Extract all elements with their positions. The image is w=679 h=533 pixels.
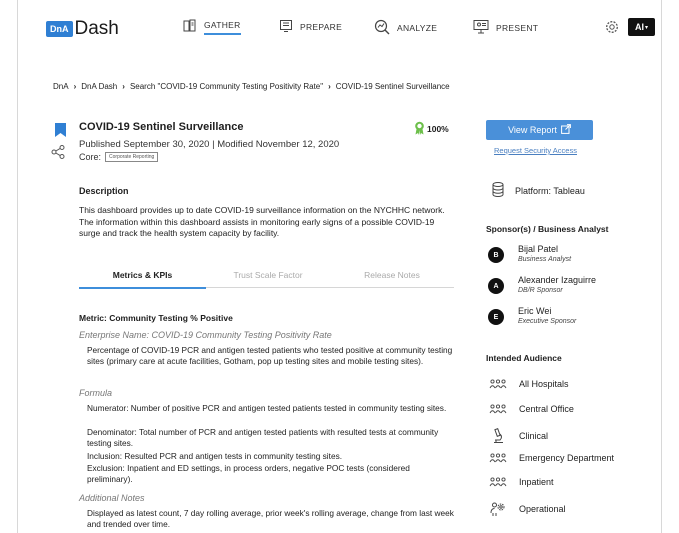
tab-bar: Metrics & KPIs Trust Scale Factor Releas… [79, 268, 454, 289]
nav-gather[interactable]: GATHER [183, 19, 241, 35]
page-title: COVID-19 Sentinel Surveillance [79, 121, 244, 133]
microscope-icon [489, 428, 507, 444]
sponsor-role: Business Analyst [518, 256, 572, 263]
breadcrumb-dna-dash[interactable]: DnA Dash [81, 82, 117, 91]
presentation-icon [473, 19, 489, 37]
audience-item: Emergency Department [489, 453, 614, 463]
description-heading: Description [79, 186, 129, 196]
audience-label: Operational [519, 504, 566, 514]
sponsor-name: Alexander Izaguirre [518, 275, 597, 285]
additional-notes-label: Additional Notes [79, 493, 145, 503]
breadcrumb-search[interactable]: Search "COVID-19 Community Testing Posit… [130, 82, 323, 91]
core-label: Core: [79, 152, 102, 162]
nav-gather-label: GATHER [204, 20, 241, 35]
sponsor-role: Executive Sponsor [518, 318, 577, 325]
numerator-text: Numerator: Number of positive PCR and an… [87, 403, 447, 413]
exclusion-text: Exclusion: Inpatient and ED settings, in… [87, 463, 410, 485]
app-logo[interactable]: DnA Dash [46, 18, 119, 40]
avatar: B [488, 247, 504, 263]
breadcrumb: DnA › DnA Dash › Search "COVID-19 Commun… [53, 82, 450, 91]
person-gear-icon [489, 501, 507, 517]
intended-audience-heading: Intended Audience [486, 353, 562, 363]
enterprise-description: Percentage of COVID-19 PCR and antigen t… [87, 345, 453, 367]
audience-item: All Hospitals [489, 379, 569, 389]
people-group-icon [489, 404, 507, 414]
logo-badge: DnA [46, 21, 73, 37]
page-frame: DnA Dash GATHER PREPARE ANALYZE PRESENT … [17, 0, 662, 533]
audience-label: Central Office [519, 404, 574, 414]
view-report-button[interactable]: View Report [486, 120, 593, 140]
audience-item: Central Office [489, 404, 574, 414]
bookmark-icon[interactable] [55, 123, 66, 142]
top-header: DnA Dash GATHER PREPARE ANALYZE PRESENT … [18, 0, 663, 56]
nav-present[interactable]: PRESENT [473, 19, 538, 37]
core-tag: Corporate Reporting [105, 152, 159, 162]
metric-heading: Metric: Community Testing % Positive [79, 313, 233, 323]
sponsor-item: A Alexander Izaguirre DB/R Sponsor [488, 275, 596, 294]
tab-trust-scale-factor[interactable]: Trust Scale Factor [206, 270, 330, 280]
trust-score: 100% [414, 121, 449, 137]
external-link-icon [561, 124, 571, 136]
nav-analyze-label: ANALYZE [397, 23, 438, 33]
score-value: 100% [427, 124, 449, 134]
chevron-down-icon: ▾ [644, 24, 648, 31]
inclusion-text: Inclusion: Resulted PCR and antigen test… [87, 451, 343, 461]
core-row: Core: Corporate Reporting [79, 152, 159, 162]
chevron-right-icon: › [122, 82, 125, 91]
sponsor-name: Eric Wei [518, 306, 552, 316]
user-initials: AI [634, 22, 644, 32]
audience-item: Inpatient [489, 477, 554, 487]
view-report-label: View Report [508, 125, 557, 135]
database-icon [492, 182, 504, 199]
nav-present-label: PRESENT [496, 23, 539, 33]
formula-label: Formula [79, 388, 113, 398]
description-text: This dashboard provides up to date COVID… [79, 205, 445, 238]
people-group-icon [489, 477, 507, 487]
logo-text: Dash [74, 18, 119, 39]
people-group-icon [489, 453, 507, 463]
share-icon[interactable] [51, 145, 65, 164]
audience-label: Clinical [519, 431, 549, 441]
tab-release-notes[interactable]: Release Notes [330, 270, 454, 280]
avatar: A [488, 278, 504, 294]
sponsor-role: DB/R Sponsor [518, 287, 563, 294]
settings-gear-icon[interactable] [605, 20, 619, 39]
audience-label: Inpatient [519, 477, 554, 487]
user-menu-button[interactable]: AI ▾ [628, 18, 655, 36]
platform-row: Platform: Tableau [492, 182, 585, 199]
platform-label: Platform: Tableau [515, 185, 585, 196]
request-security-access-link[interactable]: Request Security Access [494, 146, 577, 155]
nav-analyze[interactable]: ANALYZE [374, 19, 437, 37]
active-tab-underline [79, 287, 206, 289]
sponsor-item: E Eric Wei Executive Sponsor [488, 306, 576, 325]
magnify-chart-icon [374, 19, 390, 37]
nav-prepare-label: PREPARE [300, 22, 343, 32]
audience-label: Emergency Department [519, 453, 615, 463]
breadcrumb-current: COVID-19 Sentinel Surveillance [335, 82, 450, 91]
denominator-text: Denominator: Total number of PCR and ant… [87, 427, 439, 449]
book-icon [183, 19, 197, 35]
audience-item: Operational [489, 501, 566, 517]
chevron-right-icon: › [328, 82, 331, 91]
breadcrumb-dna[interactable]: DnA [53, 82, 69, 91]
publish-meta: Published September 30, 2020 | Modified … [79, 139, 340, 150]
sponsor-item: B Bijal Patel Business Analyst [488, 244, 571, 263]
sponsors-heading: Sponsor(s) / Business Analyst [486, 224, 609, 234]
enterprise-name-label: Enterprise Name: COVID-19 Community Test… [79, 330, 332, 340]
audience-label: All Hospitals [519, 379, 569, 389]
award-ribbon-icon [414, 121, 425, 137]
monitor-list-icon [279, 19, 293, 35]
chevron-right-icon: › [73, 82, 77, 91]
audience-item: Clinical [489, 428, 548, 444]
nav-prepare[interactable]: PREPARE [279, 19, 342, 35]
additional-notes-text: Displayed as latest count, 7 day rolling… [87, 508, 454, 530]
sponsor-name: Bijal Patel [518, 244, 559, 254]
people-group-icon [489, 379, 507, 389]
avatar: E [488, 309, 504, 325]
tab-metrics-kpis[interactable]: Metrics & KPIs [79, 270, 206, 280]
